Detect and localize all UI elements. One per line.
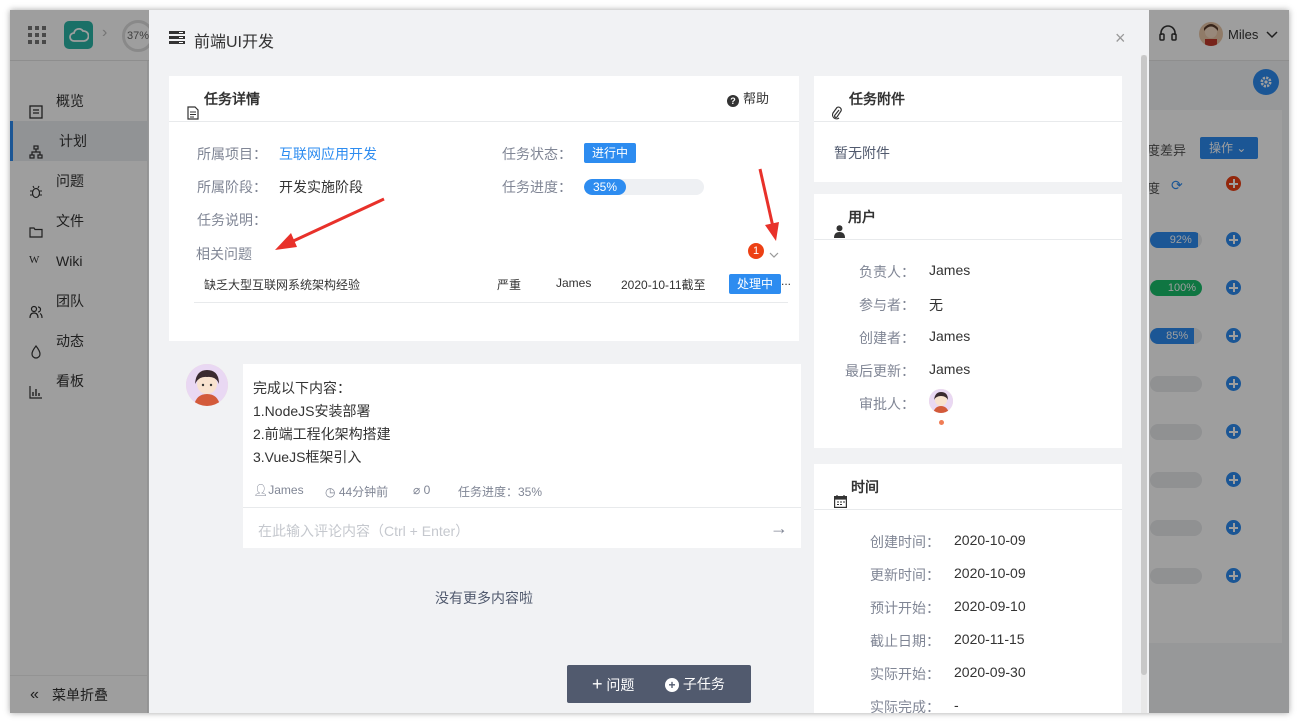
modal-title: 前端UI开发 — [194, 34, 275, 51]
issue-deadline: 2020-10-11截至 — [621, 278, 706, 292]
comment-line: 1.NodeJS安装部署 — [253, 403, 371, 419]
document-icon — [187, 92, 199, 138]
attachments-empty: 暂无附件 — [834, 145, 890, 161]
comment-attachments[interactable]: ⌀ 0 — [413, 483, 430, 497]
status-badge: 进行中 — [584, 143, 637, 163]
comment-time-value: 44分钟前 — [338, 485, 389, 499]
no-more-content-text: 没有更多内容啦 — [435, 590, 533, 606]
task-detail-modal: 前端UI开发 × 任务详情 ? 帮助 所属项目： 互联网应用开发 任务状态： 进行… — [149, 10, 1149, 713]
help-icon: ? — [726, 95, 739, 107]
user-role-label: 最后更新： — [845, 363, 915, 379]
time-value: 2020-09-30 — [954, 664, 1026, 680]
time-value: - — [954, 697, 959, 713]
time-label: 创建时间： — [870, 534, 940, 550]
plus-icon: + — [592, 674, 603, 694]
task-details-title: 任务详情 — [204, 91, 260, 107]
issue-owner: James — [556, 276, 592, 290]
project-label: 所属项目： — [197, 146, 267, 162]
comment-author: 👤︎James — [253, 483, 304, 497]
approver-avatar[interactable] — [929, 389, 953, 413]
time-heading: 时间 — [814, 464, 1122, 510]
task-details-card: 任务详情 ? 帮助 所属项目： 互联网应用开发 任务状态： 进行中 所属阶段： 开… — [169, 76, 799, 341]
user-role-label: 创建者： — [859, 330, 915, 346]
comment-input-placeholder: 在此输入评论内容（Ctrl + Enter） — [258, 523, 470, 539]
help-button[interactable]: ? 帮助 — [726, 76, 769, 122]
add-subtask-label: 子任务 — [682, 676, 725, 692]
time-value: 2020-10-09 — [954, 532, 1026, 548]
time-value: 2020-09-10 — [954, 598, 1026, 614]
modal-scrollbar[interactable] — [1141, 55, 1147, 713]
stage-value: 开发实施阶段 — [279, 179, 363, 195]
users-title: 用户 — [848, 209, 876, 225]
comment-progress: 任务进度：35% — [458, 485, 543, 499]
plus-circle-icon: + — [665, 678, 679, 692]
issue-status-badge: 处理中 — [729, 274, 782, 294]
scrollbar-thumb[interactable] — [1141, 55, 1147, 675]
calendar-icon — [834, 480, 848, 526]
task-details-heading: 任务详情 ? 帮助 — [169, 76, 799, 122]
approval-status-dot — [939, 420, 944, 425]
issue-more[interactable]: ... — [781, 274, 791, 288]
chevron-down-icon[interactable] — [769, 246, 779, 261]
close-icon[interactable]: × — [1115, 29, 1126, 47]
issue-severity: 严重 — [497, 278, 522, 292]
comment-time: ◷ 44分钟前 — [325, 483, 388, 500]
comment-author-name: James — [268, 483, 304, 497]
paperclip-icon — [831, 92, 842, 138]
send-arrow-icon[interactable]: → — [770, 518, 788, 539]
comment-line: 完成以下内容： — [253, 380, 351, 396]
task-progress-fill: 35% — [584, 179, 626, 195]
issue-title[interactable]: 缺乏大型互联网系统架构经验 — [204, 276, 360, 293]
user-role-label: 负责人： — [859, 264, 915, 280]
modal-header: 前端UI开发 × — [149, 10, 1149, 65]
add-issue-label: 问题 — [606, 677, 635, 693]
help-label: 帮助 — [742, 91, 769, 106]
user-role-label: 参与者： — [859, 297, 915, 313]
time-label: 实际开始： — [870, 666, 940, 682]
related-issues-label: 相关问题 — [196, 246, 252, 262]
time-value: 2020-10-09 — [954, 565, 1026, 581]
attachments-card: 任务附件 暂无附件 — [814, 76, 1122, 182]
user-role-value: James — [929, 361, 971, 377]
time-label: 预计开始： — [870, 600, 940, 616]
add-subtask-button[interactable]: + 子任务 — [665, 665, 725, 703]
related-issue-row[interactable]: 缺乏大型互联网系统架构经验 严重 James 2020-10-11截至 处理中 … — [194, 266, 791, 303]
time-value: 2020-11-15 — [954, 631, 1025, 647]
description-label: 任务说明： — [197, 212, 267, 228]
comment-input[interactable]: 在此输入评论内容（Ctrl + Enter） → — [243, 507, 801, 548]
progress-label: 任务进度： — [502, 179, 572, 195]
comment-line: 2.前端工程化架构搭建 — [253, 426, 391, 442]
task-progress-bar: 35% — [584, 179, 704, 195]
user-role-value: James — [929, 328, 971, 344]
stage-label: 所属阶段： — [197, 179, 267, 195]
clock-icon: ◷ — [325, 485, 336, 499]
add-issue-button[interactable]: + 问题 — [592, 665, 634, 704]
user-icon: 👤︎ — [253, 483, 269, 497]
time-title: 时间 — [851, 479, 879, 495]
time-label: 更新时间： — [870, 567, 940, 583]
users-heading: 用户 — [814, 194, 1122, 240]
action-bar: + 问题 + 子任务 — [567, 665, 751, 703]
user-icon — [834, 210, 845, 256]
user-role-value: James — [929, 262, 971, 278]
attachments-title: 任务附件 — [849, 91, 905, 107]
user-role-value: 无 — [929, 297, 943, 313]
app-window: › 37% Miles 概览 计划 问题 文件 W Wiki 团队 动态 看板 … — [10, 10, 1289, 713]
comment-author-avatar[interactable] — [186, 364, 228, 406]
related-count-badge: 1 — [748, 243, 764, 259]
project-link[interactable]: 互联网应用开发 — [279, 144, 377, 164]
attachments-heading: 任务附件 — [814, 76, 1122, 122]
status-label: 任务状态： — [502, 146, 572, 162]
task-list-icon — [169, 31, 185, 47]
time-label: 实际完成： — [870, 699, 940, 713]
time-label: 截止日期： — [870, 633, 940, 649]
paperclip-icon: ⌀ — [413, 483, 421, 497]
user-role-label: 审批人： — [859, 396, 915, 412]
comment-line: 3.VueJS框架引入 — [253, 449, 362, 465]
attachment-count: 0 — [423, 483, 431, 497]
